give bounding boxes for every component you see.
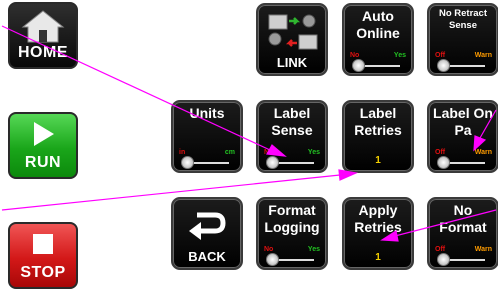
- toggle-knob[interactable]: [437, 59, 450, 72]
- units-title: Units: [189, 105, 225, 121]
- toggle-knob[interactable]: [352, 59, 365, 72]
- label-retries-tile[interactable]: Label Retries 1: [342, 100, 414, 173]
- label-sense-yes: Yes: [307, 149, 320, 156]
- back-arrow-icon: [189, 212, 226, 240]
- run-label: RUN: [24, 154, 62, 171]
- label-sense-title: Label Sense: [271, 105, 313, 138]
- stop-icon: [33, 234, 53, 254]
- format-logging-no: No: [264, 246, 274, 253]
- house-icon: [21, 10, 65, 43]
- toggle-knob[interactable]: [181, 156, 194, 169]
- no-retract-sense-title: No Retract Sense: [438, 8, 488, 31]
- stop-label: STOP: [20, 264, 66, 281]
- label-retries-value: 1: [375, 155, 381, 166]
- toggle-knob[interactable]: [266, 253, 279, 266]
- no-format-warn: Warn: [474, 246, 492, 253]
- no-format-off: Off: [435, 246, 446, 253]
- label-on-pad-off: Off: [435, 149, 446, 156]
- stop-button[interactable]: STOP: [8, 222, 78, 289]
- no-retract-sense-off: Off: [435, 52, 446, 59]
- label-on-pad-warn: Warn: [474, 149, 492, 156]
- back-tile[interactable]: BACK: [171, 197, 243, 270]
- units-in: in: [179, 149, 186, 156]
- format-logging-tile[interactable]: Format Logging No Yes: [256, 197, 328, 270]
- format-logging-title: Format Logging: [264, 202, 320, 235]
- printer-link-icon: [268, 14, 318, 50]
- no-format-title: No Format: [439, 202, 487, 235]
- auto-online-title: Auto Online: [356, 8, 400, 41]
- toggle-knob[interactable]: [437, 156, 450, 169]
- auto-online-yes: Yes: [393, 52, 406, 59]
- label-sense-tile[interactable]: Label Sense No Yes: [256, 100, 328, 173]
- no-retract-sense-warn: Warn: [474, 52, 492, 59]
- label-on-pad-title: Label On Pa: [433, 105, 493, 138]
- auto-online-tile[interactable]: Auto Online No Yes: [342, 3, 414, 76]
- units-tile[interactable]: Units in cm: [171, 100, 243, 173]
- apply-retries-tile[interactable]: Apply Retries 1: [342, 197, 414, 270]
- toggle-knob[interactable]: [437, 253, 450, 266]
- apply-retries-value: 1: [375, 252, 381, 263]
- label-on-pad-tile[interactable]: Label On Pa Off Warn: [427, 100, 498, 173]
- back-label: BACK: [188, 249, 226, 264]
- units-cm: cm: [224, 149, 235, 156]
- play-icon: [34, 122, 54, 146]
- home-button[interactable]: HOME: [8, 2, 78, 69]
- link-label: LINK: [276, 55, 308, 70]
- no-retract-sense-tile[interactable]: No Retract Sense Off Warn: [427, 3, 498, 76]
- apply-retries-title: Apply Retries: [354, 202, 402, 235]
- label-retries-title: Label Retries: [354, 105, 402, 138]
- label-sense-no: No: [264, 149, 274, 156]
- toggle-knob[interactable]: [266, 156, 279, 169]
- run-button[interactable]: RUN: [8, 112, 78, 179]
- no-format-tile[interactable]: No Format Off Warn: [427, 197, 498, 270]
- format-logging-yes: Yes: [307, 246, 320, 253]
- auto-online-no: No: [350, 52, 360, 59]
- link-tile[interactable]: LINK: [256, 3, 328, 76]
- home-label: HOME: [18, 44, 68, 61]
